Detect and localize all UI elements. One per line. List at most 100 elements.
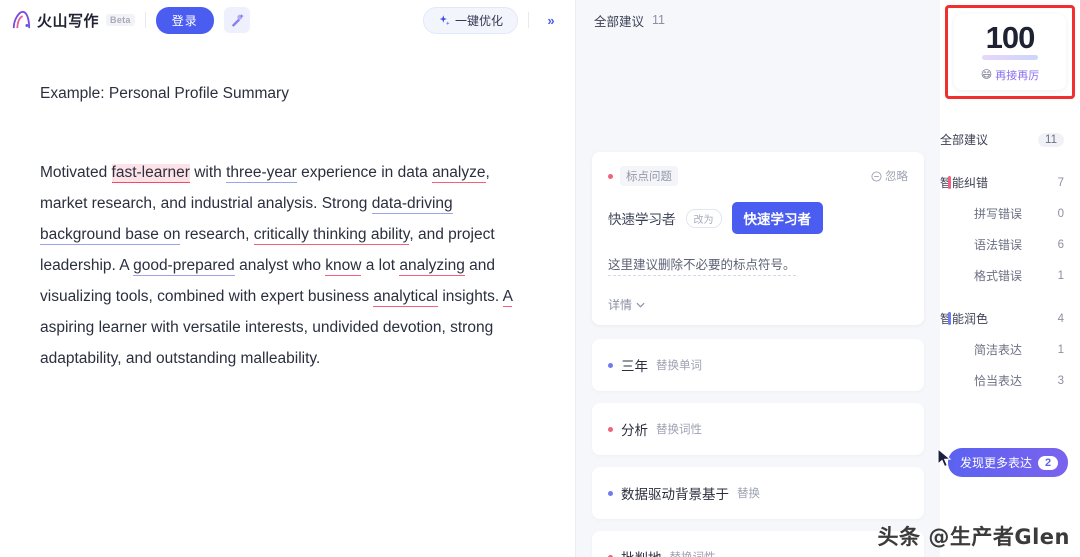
suggestion-change-row: 快速学习者 改为 快速学习者 — [608, 202, 908, 234]
nav-item-5[interactable]: 智能润色 4 — [940, 303, 1080, 334]
suggestions-list[interactable]: 标点问题 忽略 快速学习者 改为 快速学习者 这里建议删除不必要的标点符号。 详… — [576, 40, 940, 557]
nav-gap — [940, 291, 1080, 303]
nav-item-label: 语法错误 — [974, 238, 1023, 252]
nav-gap — [940, 155, 1080, 167]
beta-badge: Beta — [106, 14, 135, 26]
polish-mark[interactable]: good-prepared — [133, 257, 235, 277]
suggestion-row-kind: 替换 — [737, 488, 760, 500]
nav-item-label: 格式错误 — [974, 269, 1023, 283]
suggestion-row[interactable]: 分析 替换词性 — [592, 403, 924, 455]
original-text: 快速学习者 — [608, 212, 676, 227]
document-text: a lot — [361, 257, 400, 275]
error-mark[interactable]: analyze — [432, 164, 486, 184]
ignore-suggestion-button[interactable]: 忽略 — [871, 168, 908, 184]
change-to-chip: 改为 — [685, 208, 722, 228]
error-mark[interactable]: analytical — [373, 288, 439, 308]
nav-item-count: 3 — [1057, 374, 1064, 387]
nav-item-0[interactable]: 全部建议 11 — [940, 124, 1080, 155]
document-text: Motivated — [40, 164, 112, 182]
suggestion-row-word: 数据驱动背景基于 — [621, 487, 729, 502]
one-click-optimize-button[interactable]: 一键优化 — [422, 6, 518, 34]
discover-more-count: 2 — [1038, 455, 1059, 470]
score-card: 100 😄 再接再厉 — [954, 14, 1066, 90]
nav-item-6[interactable]: 简洁表达 1 — [940, 334, 1080, 365]
nav-item-label: 恰当表达 — [974, 374, 1023, 388]
toolbar-divider-2 — [528, 12, 529, 28]
suggestion-description: 这里建议删除不必要的标点符号。 — [608, 254, 796, 276]
suggestion-row-word: 三年 — [621, 359, 648, 374]
suggestions-header-count: 11 — [652, 13, 665, 27]
login-button[interactable]: 登录 — [155, 6, 214, 34]
document-text: experience in data — [296, 164, 433, 182]
nav-item-4[interactable]: 格式错误 1 — [940, 260, 1080, 291]
suggestion-row[interactable]: 数据驱动背景基于 替换 — [592, 467, 924, 519]
nav-active-bar — [948, 312, 951, 325]
document-text: with — [189, 164, 227, 182]
nav-item-count: 1 — [1057, 269, 1064, 282]
nav-item-count: 7 — [1057, 176, 1064, 189]
suggestion-row-kind: 替换词性 — [670, 549, 716, 557]
suggestions-header: 全部建议 11 — [576, 0, 940, 40]
nav-item-count: 11 — [1038, 132, 1064, 147]
nav-item-count: 4 — [1057, 312, 1064, 325]
suggestion-card-header: 标点问题 忽略 — [608, 166, 908, 186]
suggestion-row-word: 分析 — [621, 423, 648, 438]
suggestion-row[interactable]: 三年 替换单词 — [592, 339, 924, 391]
nav-item-7[interactable]: 恰当表达 3 — [940, 365, 1080, 396]
score-caption: 😄 再接再厉 — [981, 67, 1039, 83]
nav-item-count: 6 — [1057, 238, 1064, 251]
severity-dot-icon — [608, 426, 613, 432]
one-click-optimize-label: 一键优化 — [454, 13, 503, 28]
suggestion-rows: 三年替换单词分析替换词性数据驱动背景基于替换批判地替换词性 — [592, 339, 924, 557]
document-body[interactable]: Motivated fast-learner with three-year e… — [40, 157, 537, 374]
circle-minus-icon — [871, 170, 882, 182]
suggestion-card[interactable]: 标点问题 忽略 快速学习者 改为 快速学习者 这里建议删除不必要的标点符号。 详… — [592, 152, 924, 325]
suggestions-header-label: 全部建议 — [594, 14, 645, 29]
score-underline — [982, 54, 1038, 60]
nav-item-label: 简洁表达 — [974, 343, 1023, 357]
error-mark[interactable]: analyzing — [399, 257, 465, 277]
toolbar-divider — [144, 12, 146, 28]
apply-replacement-button[interactable]: 快速学习者 — [731, 202, 823, 234]
severity-dot-icon — [608, 362, 613, 368]
error-mark[interactable]: know — [325, 257, 362, 277]
magic-wand-button[interactable] — [223, 7, 250, 33]
error-mark-active[interactable]: fast-learner — [111, 164, 190, 184]
nav-item-count: 0 — [1057, 207, 1064, 220]
ignore-suggestion-label: 忽略 — [885, 171, 908, 183]
mouse-cursor-icon — [937, 448, 952, 468]
suggestion-card-tag-label: 标点问题 — [620, 166, 678, 186]
nav-item-1[interactable]: 智能纠错 7 — [940, 167, 1080, 198]
document-editor[interactable]: Example: Personal Profile Summary Motiva… — [0, 40, 575, 557]
sparkle-icon — [439, 14, 450, 25]
document-text: aspiring learner with versatile interest… — [40, 319, 494, 368]
top-toolbar: 火山写作 Beta 登录 一键优化 » — [0, 0, 575, 40]
score-emoji-icon: 😄 — [980, 69, 993, 81]
editor-column: 火山写作 Beta 登录 一键优化 » Example: Personal Pr… — [0, 0, 576, 557]
suggestion-card-tag: 标点问题 — [608, 166, 678, 186]
app-root: 火山写作 Beta 登录 一键优化 » Example: Personal Pr… — [0, 0, 1080, 557]
severity-dot-icon — [608, 173, 613, 179]
chevron-down-icon — [636, 302, 645, 308]
document-title: Example: Personal Profile Summary — [40, 85, 289, 102]
nav-item-2[interactable]: 拼写错误 0 — [940, 198, 1080, 229]
nav-item-3[interactable]: 语法错误 6 — [940, 229, 1080, 260]
discover-more-button[interactable]: 发现更多表达 2 — [948, 448, 1069, 477]
document-text: insights. — [438, 288, 503, 306]
nav-active-bar — [948, 176, 951, 189]
error-mark[interactable]: critically thinking ability — [253, 226, 410, 246]
suggestion-row[interactable]: 批判地替换词性 — [592, 531, 924, 557]
suggestion-row-kind: 替换单词 — [656, 360, 702, 372]
magic-wand-icon — [232, 13, 245, 27]
discover-more-wrapper: 发现更多表达 2 — [937, 448, 1069, 477]
brand: 火山写作 Beta — [10, 10, 135, 31]
collapse-panel-button[interactable]: » — [539, 8, 563, 32]
suggestion-details-toggle[interactable]: 详情 — [608, 296, 908, 313]
discover-more-label: 发现更多表达 — [960, 456, 1033, 470]
watermark: 头条 @生产者Glen — [877, 525, 1070, 549]
suggestion-row-kind: 替换词性 — [656, 424, 702, 436]
score-value: 100 — [985, 19, 1036, 55]
error-mark[interactable]: A — [502, 288, 513, 308]
severity-dot-icon — [608, 490, 613, 496]
polish-mark[interactable]: three-year — [226, 164, 297, 184]
